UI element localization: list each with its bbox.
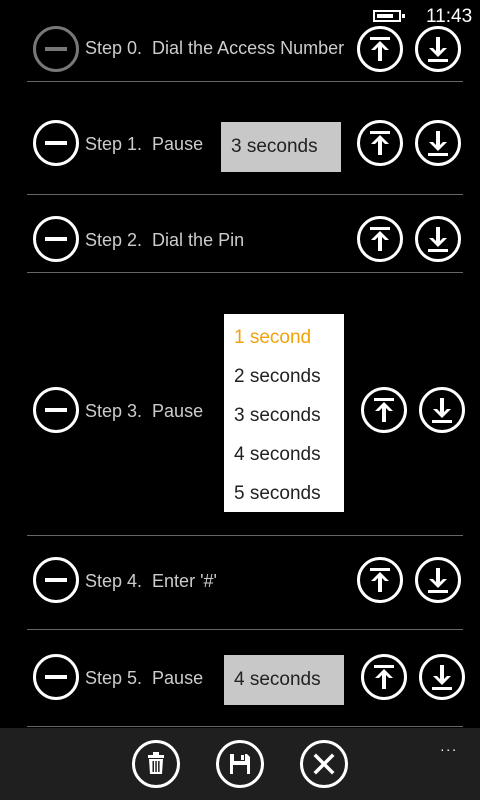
step-label: Step 4. Enter '#' xyxy=(85,571,217,591)
delete-button[interactable] xyxy=(132,740,180,788)
pause-option[interactable]: 2 seconds xyxy=(234,366,321,388)
pause-duration-picker[interactable]: 3 seconds xyxy=(221,122,341,172)
delete-icon xyxy=(148,752,164,774)
row-divider xyxy=(27,726,463,727)
save-icon xyxy=(230,754,250,774)
minus-icon xyxy=(45,578,67,582)
move-up-button[interactable] xyxy=(357,120,403,166)
move-up-icon xyxy=(370,227,390,251)
step-label: Step 2. Dial the Pin xyxy=(85,230,245,250)
move-up-button[interactable] xyxy=(357,216,403,262)
move-down-button[interactable] xyxy=(415,26,461,72)
move-up-button[interactable] xyxy=(361,654,407,700)
row-divider xyxy=(27,272,463,273)
move-up-button[interactable] xyxy=(357,557,403,603)
clock: 11:43 xyxy=(426,6,473,27)
move-down-button[interactable] xyxy=(415,216,461,262)
pause-duration-list[interactable]: 1 second 2 seconds 3 seconds 4 seconds 5… xyxy=(224,314,344,512)
move-down-icon xyxy=(432,665,452,690)
move-down-icon xyxy=(428,131,448,156)
move-down-icon xyxy=(428,568,448,593)
row-divider xyxy=(27,629,463,630)
save-button[interactable] xyxy=(216,740,264,788)
row-divider xyxy=(27,81,463,82)
step-label: Step 5. Pause xyxy=(85,668,204,688)
move-up-icon xyxy=(370,131,390,155)
row-divider xyxy=(27,535,463,536)
more-options-button[interactable]: ... xyxy=(440,738,458,754)
pause-duration-picker[interactable]: 4 seconds xyxy=(224,655,344,705)
move-down-icon xyxy=(428,227,448,252)
app-bar: ... xyxy=(0,728,480,800)
minus-icon xyxy=(45,675,67,679)
close-icon xyxy=(313,753,335,775)
step-label: Step 3. Pause xyxy=(85,401,204,421)
step-label: Step 0. Dial the Access Number xyxy=(85,38,345,58)
battery-level xyxy=(377,14,393,18)
move-up-icon xyxy=(370,568,390,592)
move-down-icon xyxy=(432,398,452,423)
move-up-icon xyxy=(370,37,390,61)
pause-option[interactable]: 5 seconds xyxy=(234,483,321,505)
minus-icon xyxy=(45,408,67,412)
move-up-button[interactable] xyxy=(361,387,407,433)
remove-step-button[interactable] xyxy=(33,120,79,166)
cancel-button[interactable] xyxy=(300,740,348,788)
minus-icon xyxy=(45,237,67,241)
move-down-button[interactable] xyxy=(415,120,461,166)
move-down-button[interactable] xyxy=(415,557,461,603)
battery-icon xyxy=(373,10,405,22)
move-down-icon xyxy=(428,37,448,62)
remove-step-button[interactable] xyxy=(33,557,79,603)
remove-step-button[interactable] xyxy=(33,387,79,433)
minus-icon xyxy=(45,47,67,51)
move-up-icon xyxy=(374,398,394,422)
minus-icon xyxy=(45,141,67,145)
move-up-icon xyxy=(374,665,394,689)
remove-step-button[interactable] xyxy=(33,26,79,72)
pause-option[interactable]: 3 seconds xyxy=(234,405,321,427)
row-divider xyxy=(27,194,463,195)
pause-option[interactable]: 1 second xyxy=(234,327,311,349)
remove-step-button[interactable] xyxy=(33,654,79,700)
move-up-button[interactable] xyxy=(357,26,403,72)
move-down-button[interactable] xyxy=(419,387,465,433)
move-down-button[interactable] xyxy=(419,654,465,700)
remove-step-button[interactable] xyxy=(33,216,79,262)
step-label: Step 1. Pause xyxy=(85,134,204,154)
pause-option[interactable]: 4 seconds xyxy=(234,444,321,466)
status-bar: 11:43 xyxy=(0,0,480,32)
